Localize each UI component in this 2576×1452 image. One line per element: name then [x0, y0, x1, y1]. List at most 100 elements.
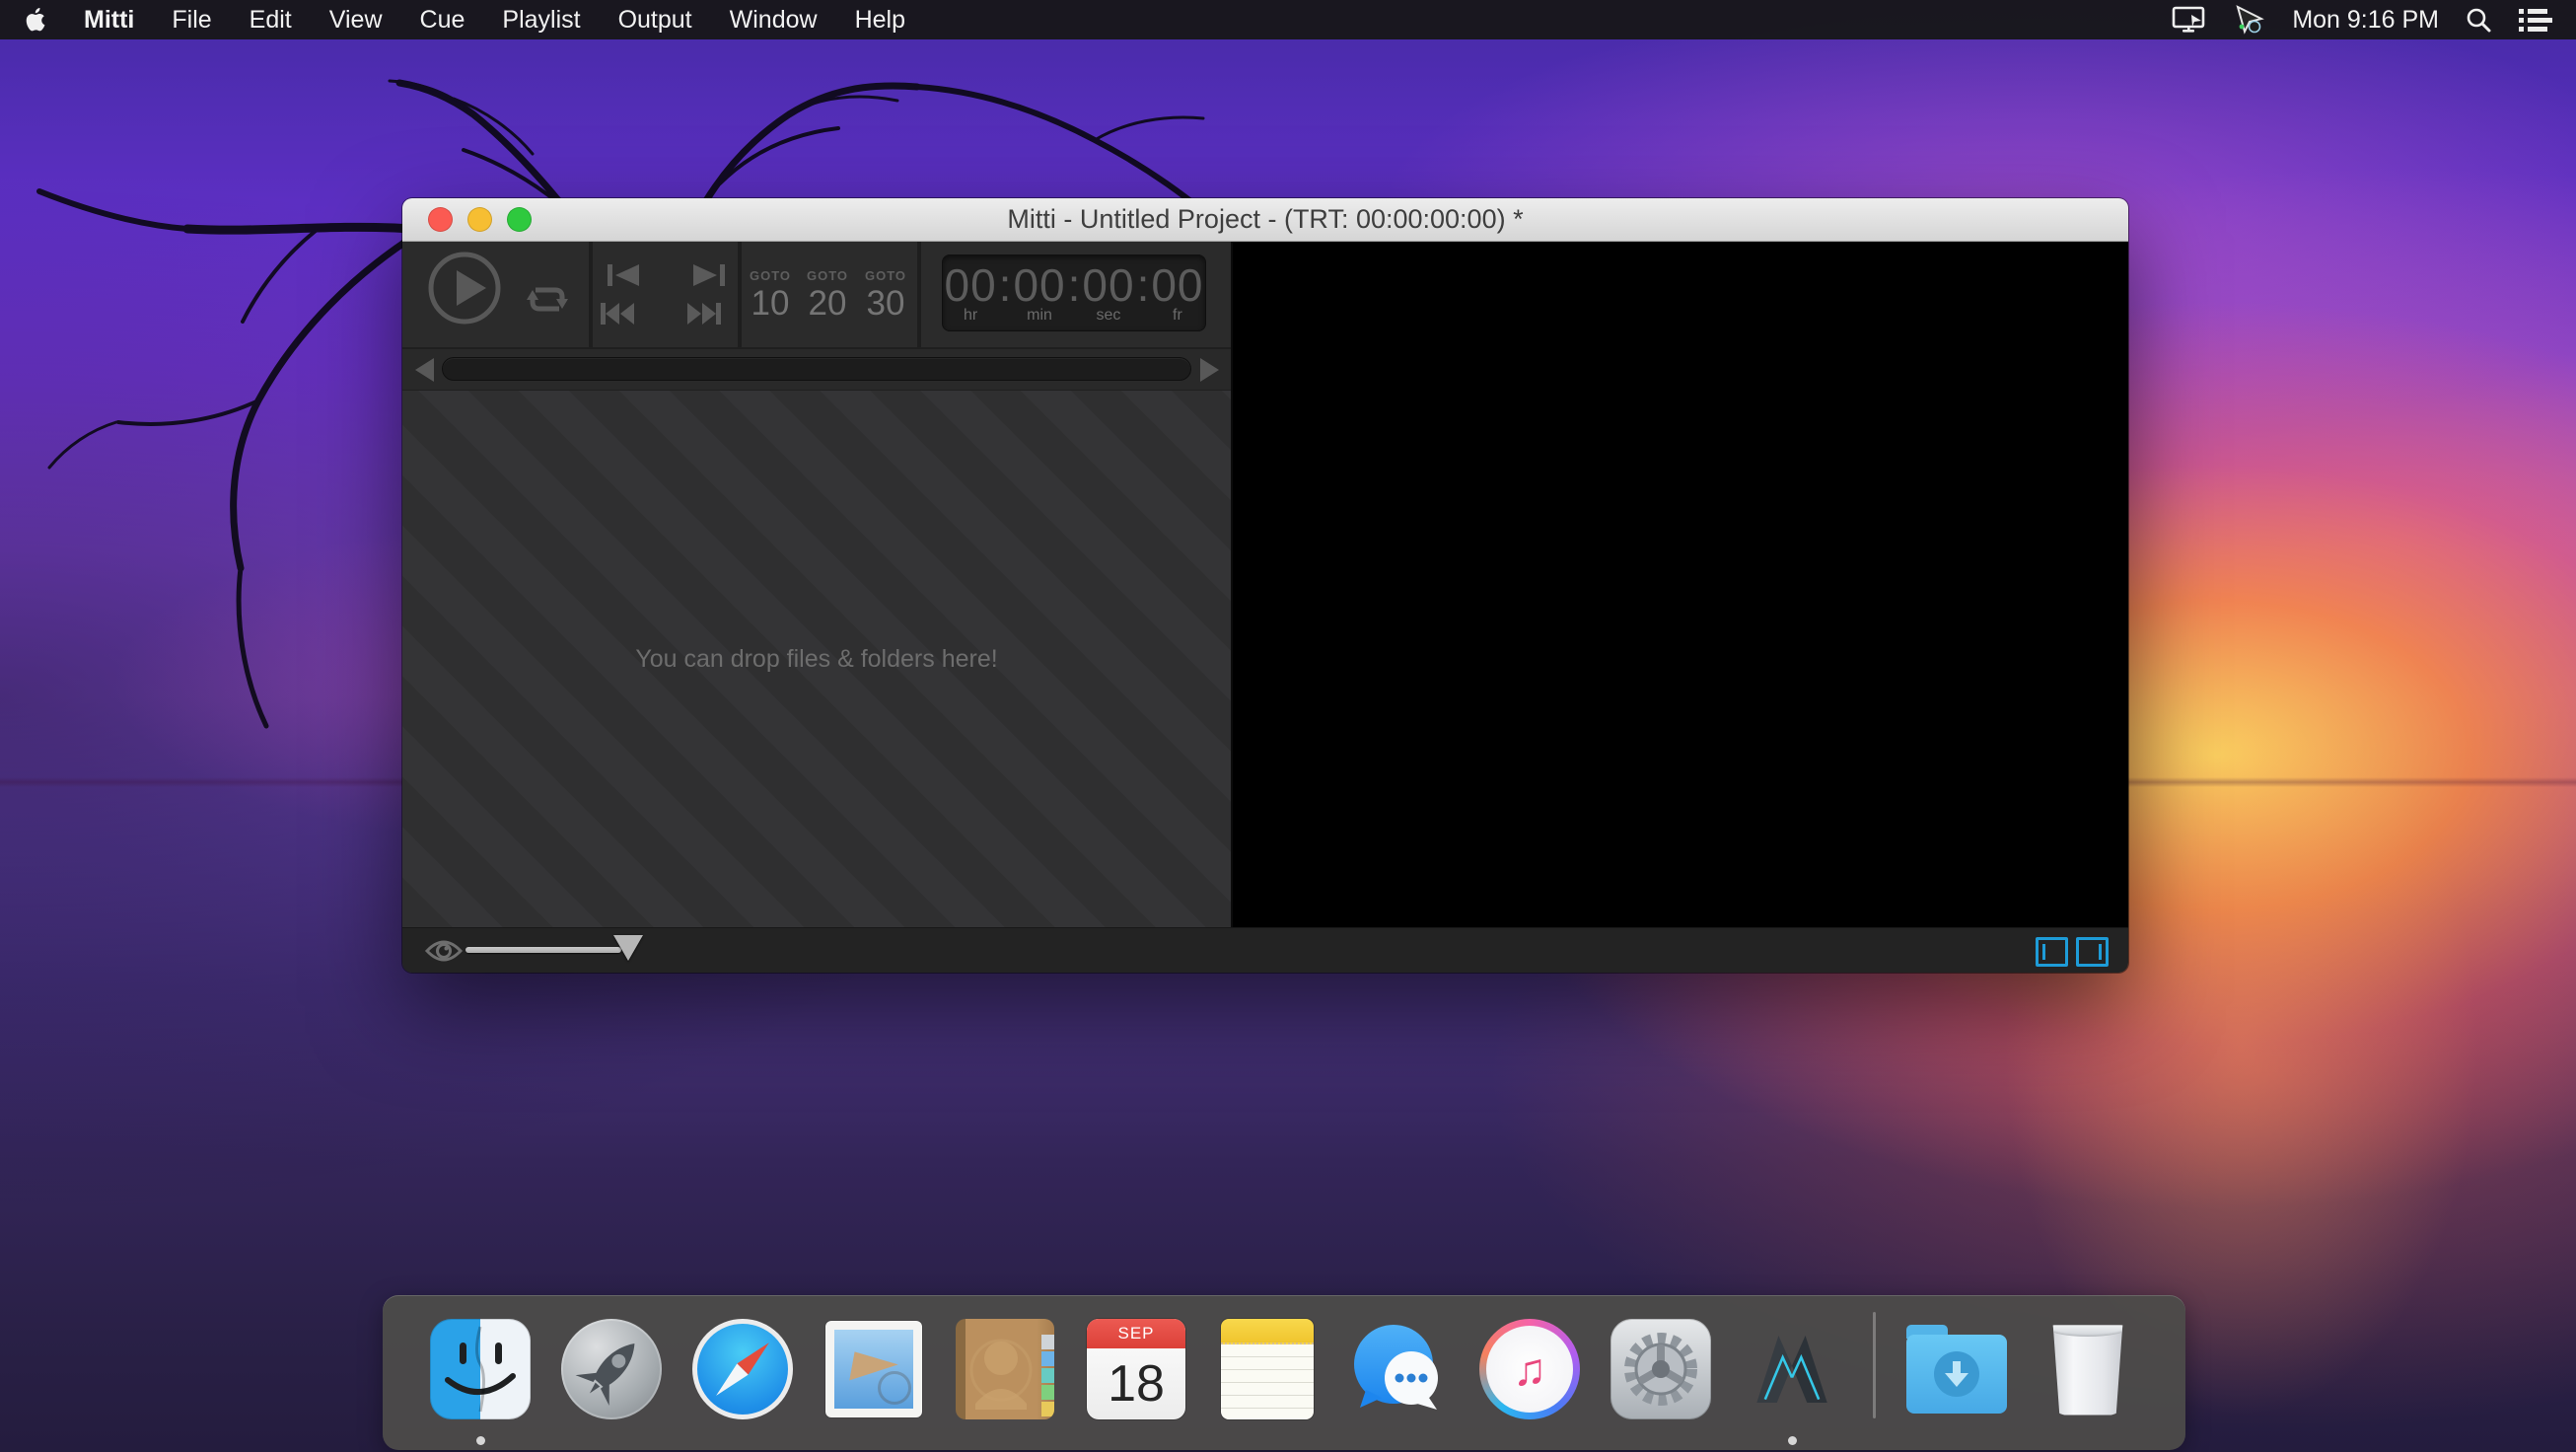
goto-30-button[interactable]: GOTO 30 — [861, 255, 910, 336]
menu-item-file[interactable]: File — [153, 0, 230, 39]
toggle-left-panel-button[interactable] — [2036, 937, 2068, 967]
timecode-minutes: 00 min — [1013, 261, 1065, 325]
dock-item-trash[interactable] — [2038, 1319, 2138, 1419]
scroll-right-arrow[interactable] — [1200, 358, 1219, 382]
scrollbar-track[interactable] — [442, 357, 1191, 381]
window-titlebar[interactable]: Mitti - Untitled Project - (TRT: 00:00:0… — [402, 198, 2128, 242]
goto-20-button[interactable]: GOTO 20 — [803, 255, 852, 336]
calendar-day: 18 — [1087, 1348, 1185, 1419]
toggle-right-panel-button[interactable] — [2076, 937, 2109, 967]
display-mirroring-icon[interactable] — [2172, 6, 2207, 34]
menu-bar: Mitti File Edit View Cue Playlist Output… — [0, 0, 2576, 39]
dock-item-system-preferences[interactable] — [1610, 1319, 1711, 1419]
dock-item-itunes[interactable]: ♫ — [1479, 1319, 1580, 1419]
timecode-digits: 00 — [944, 261, 996, 309]
timecode-separator: : — [1066, 261, 1083, 309]
timecode-digits: 00 — [1013, 261, 1065, 309]
timecode-separator: : — [997, 261, 1014, 309]
calendar-icon: SEP 18 — [1087, 1319, 1185, 1419]
jump-to-start-button[interactable] — [600, 301, 635, 327]
drop-hint-text: You can drop files & folders here! — [635, 645, 997, 674]
timecode-digits: 00 — [1151, 261, 1203, 309]
scroll-left-arrow[interactable] — [415, 358, 434, 382]
dock: SEP 18 — [383, 1295, 2185, 1450]
safari-icon — [692, 1319, 793, 1419]
desktop: Mitti File Edit View Cue Playlist Output… — [0, 0, 2576, 1452]
dock-item-mail[interactable] — [823, 1319, 924, 1419]
dock-item-notes[interactable] — [1217, 1319, 1318, 1419]
right-panel-glyph — [2099, 944, 2102, 960]
folder-body — [1906, 1335, 2007, 1414]
messages-icon — [1348, 1319, 1449, 1419]
notes-header — [1221, 1319, 1314, 1344]
timecode-seconds: 00 sec — [1082, 261, 1134, 325]
dock-item-safari[interactable] — [692, 1319, 793, 1419]
timecode-unit-label: fr — [1173, 307, 1182, 325]
calendar-month: SEP — [1087, 1319, 1185, 1348]
toolbar-divider — [589, 242, 593, 347]
itunes-icon: ♫ — [1479, 1319, 1580, 1419]
mail-icon — [825, 1321, 922, 1417]
timecode-unit-label: hr — [964, 307, 977, 325]
goto-10-button[interactable]: GOTO 10 — [746, 255, 795, 336]
notes-icon — [1221, 1319, 1314, 1419]
menu-item-view[interactable]: View — [311, 0, 401, 39]
window-title: Mitti - Untitled Project - (TRT: 00:00:0… — [1007, 204, 1523, 235]
timecode-display: 00 hr : 00 min : 00 sec : — [942, 254, 1206, 331]
dock-item-launchpad[interactable] — [561, 1319, 662, 1419]
trash-icon — [2047, 1323, 2128, 1416]
menu-bar-clock[interactable]: Mon 9:16 PM — [2292, 6, 2439, 35]
goto-label: GOTO — [865, 268, 906, 283]
timecode-unit-label: min — [1027, 307, 1052, 325]
jump-to-end-button[interactable] — [686, 301, 722, 327]
loop-icon — [525, 277, 570, 315]
mitti-window: Mitti - Untitled Project - (TRT: 00:00:0… — [402, 198, 2128, 973]
mail-stamp-image — [834, 1330, 913, 1409]
preview-visibility-button[interactable] — [424, 938, 464, 970]
spotlight-search-icon[interactable] — [2466, 7, 2492, 34]
gear-icon — [1618, 1327, 1703, 1412]
goto-value: 20 — [809, 284, 847, 324]
previous-cue-button[interactable] — [606, 262, 641, 288]
contacts-icon — [956, 1319, 1054, 1419]
menu-item-mitti[interactable]: Mitti — [65, 0, 153, 39]
dock-item-finder[interactable] — [430, 1319, 531, 1419]
mitti-status-cursor-icon[interactable] — [2234, 4, 2265, 36]
close-button[interactable] — [428, 207, 453, 232]
menu-bar-left: Mitti File Edit View Cue Playlist Output… — [0, 0, 924, 39]
zoom-slider-handle[interactable] — [613, 935, 643, 961]
menu-item-cue[interactable]: Cue — [401, 0, 484, 39]
finder-icon — [430, 1319, 531, 1419]
trash-rim — [2049, 1321, 2126, 1337]
cue-drop-area[interactable]: You can drop files & folders here! — [402, 391, 1231, 927]
notification-center-icon[interactable] — [2519, 7, 2552, 33]
loop-button[interactable] — [525, 277, 570, 320]
dock-item-calendar[interactable]: SEP 18 — [1086, 1319, 1186, 1419]
goto-value: 10 — [751, 284, 790, 324]
menu-item-output[interactable]: Output — [600, 0, 711, 39]
contacts-tab — [1041, 1402, 1054, 1416]
next-cue-icon — [691, 262, 727, 288]
zoom-slider-track[interactable] — [465, 947, 621, 953]
apple-icon — [24, 7, 45, 33]
menu-item-help[interactable]: Help — [836, 0, 924, 39]
dock-item-downloads[interactable] — [1906, 1319, 2007, 1419]
next-cue-button[interactable] — [691, 262, 727, 288]
menu-item-window[interactable]: Window — [711, 0, 836, 39]
dock-item-contacts[interactable] — [955, 1319, 1055, 1419]
play-button[interactable] — [427, 251, 502, 326]
zoom-button[interactable] — [507, 207, 532, 232]
menu-item-edit[interactable]: Edit — [231, 0, 311, 39]
menu-item-playlist[interactable]: Playlist — [483, 0, 599, 39]
window-body: GOTO 10 GOTO 20 GOTO 30 00 hr — [402, 242, 2128, 927]
apple-menu[interactable] — [0, 0, 65, 39]
timecode-digits: 00 — [1082, 261, 1134, 309]
minimize-button[interactable] — [467, 207, 492, 232]
window-bottom-bar — [402, 927, 2128, 973]
contacts-tab — [1041, 1368, 1054, 1383]
timecode-unit-label: sec — [1097, 307, 1121, 325]
dock-item-messages[interactable] — [1348, 1319, 1449, 1419]
dock-item-mitti[interactable] — [1742, 1319, 1842, 1419]
download-arrow-icon — [1944, 1360, 1969, 1388]
video-preview-pane — [1231, 242, 2128, 927]
